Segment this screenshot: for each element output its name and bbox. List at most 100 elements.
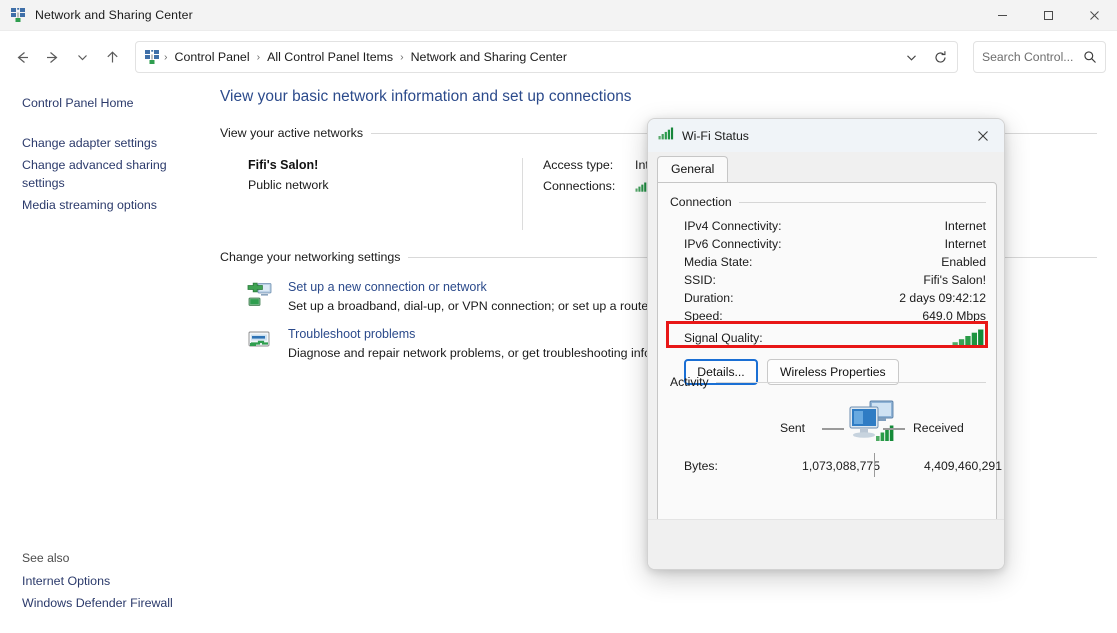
connections-label: Connections:	[543, 179, 616, 193]
networking-settings-label: Change your networking settings	[220, 250, 401, 264]
sent-label: Sent	[780, 421, 806, 435]
breadcrumb-item-all-control-panel-items[interactable]: All Control Panel Items	[264, 48, 396, 66]
speed-value: 649.0 Mbps	[922, 309, 986, 323]
media-state-label: Media State:	[684, 255, 753, 269]
search-icon[interactable]	[1083, 50, 1105, 64]
ipv6-label: IPv6 Connectivity:	[684, 237, 782, 251]
activity-group: Activity Sent Received Bytes: 1,073,088,…	[670, 375, 1002, 487]
dialog-title: Wi-Fi Status	[682, 128, 749, 143]
connection-group-label: Connection	[670, 195, 732, 209]
signal-quality-label: Signal Quality:	[684, 331, 763, 345]
search-placeholder: Search Control...	[982, 50, 1074, 64]
bytes-sent-value: 1,073,088,775	[802, 459, 880, 473]
received-label: Received	[913, 421, 964, 435]
sidebar-item-change-adapter-settings[interactable]: Change adapter settings	[0, 132, 218, 154]
set-up-new-connection-description: Set up a broadband, dial-up, or VPN conn…	[288, 299, 678, 313]
ipv4-label: IPv4 Connectivity:	[684, 219, 782, 233]
address-chevron-down-icon[interactable]	[897, 42, 925, 72]
dialog-bottom-bar	[648, 519, 1004, 569]
dialog-tabstrip: General	[657, 156, 729, 182]
connection-details-list: IPv4 Connectivity: Internet IPv6 Connect…	[670, 217, 986, 385]
received-dash	[883, 428, 905, 430]
detail-row-ssid: SSID: Fifi's Salon!	[670, 271, 986, 289]
duration-label: Duration:	[684, 291, 734, 305]
up-button[interactable]	[97, 42, 127, 72]
duration-value: 2 days 09:42:12	[899, 291, 986, 305]
breadcrumb-separator: ›	[400, 51, 404, 63]
ipv6-value: Internet	[944, 237, 986, 251]
speed-label: Speed:	[684, 309, 723, 323]
signal-bars-icon	[952, 329, 986, 348]
troubleshoot-problems-description: Diagnose and repair network problems, or…	[288, 346, 673, 360]
dialog-body: General Connection IPv4 Connectivity: In…	[648, 152, 1004, 569]
sidebar-item-internet-options[interactable]: Internet Options	[0, 570, 218, 592]
network-sharing-icon	[10, 7, 26, 23]
list-item-text: Troubleshoot problems Diagnose and repai…	[282, 327, 672, 360]
list-item-text: Set up a new connection or network Set u…	[282, 280, 677, 313]
breadcrumb-item-control-panel[interactable]: Control Panel	[172, 48, 253, 66]
new-connection-icon	[246, 280, 282, 313]
connection-group-header: Connection	[670, 195, 986, 209]
link-set-up-new-connection[interactable]: Set up a new connection or network	[288, 280, 677, 294]
bytes-label: Bytes:	[684, 459, 718, 473]
wifi-status-dialog: Wi-Fi Status General Connection IPv4 Con…	[647, 118, 1005, 570]
minimize-button[interactable]	[979, 0, 1025, 31]
forward-button[interactable]	[37, 42, 67, 72]
group-divider	[738, 201, 986, 203]
network-type: Public network	[248, 178, 329, 192]
sidebar-item-control-panel-home[interactable]: Control Panel Home	[0, 92, 218, 114]
breadcrumb-separator: ›	[164, 51, 168, 63]
window-titlebar: Network and Sharing Center	[0, 0, 1117, 31]
window-controls	[979, 0, 1117, 31]
detail-row-duration: Duration: 2 days 09:42:12	[670, 289, 986, 307]
network-name: Fifi's Salon!	[248, 158, 319, 172]
bytes-received-value: 4,409,460,291	[924, 459, 1002, 473]
breadcrumb-network-icon	[144, 49, 160, 65]
recent-locations-chevron-icon[interactable]	[67, 42, 97, 72]
activity-area: Sent Received Bytes: 1,073,088,775 4,409…	[670, 395, 1002, 487]
dialog-close-icon[interactable]	[962, 119, 1004, 152]
activity-group-label: Activity	[670, 375, 709, 389]
detail-row-ipv4: IPv4 Connectivity: Internet	[670, 217, 986, 235]
troubleshoot-icon	[246, 327, 282, 360]
refresh-icon[interactable]	[925, 42, 955, 72]
sidebar: Control Panel Home Change adapter settin…	[0, 92, 218, 216]
tab-general[interactable]: General	[657, 156, 729, 182]
window-title: Network and Sharing Center	[35, 8, 193, 22]
sidebar-item-windows-defender-firewall[interactable]: Windows Defender Firewall	[0, 592, 218, 614]
back-button[interactable]	[7, 42, 37, 72]
media-state-value: Enabled	[941, 255, 986, 269]
network-sharing-center-window: Network and Sharing Center › Control Pan…	[0, 0, 1117, 633]
sent-dash	[822, 428, 844, 430]
connection-group: Connection IPv4 Connectivity: Internet I…	[670, 195, 986, 385]
dialog-tabpanel-general: Connection IPv4 Connectivity: Internet I…	[657, 182, 1002, 530]
wifi-signal-icon	[658, 127, 674, 145]
link-troubleshoot-problems[interactable]: Troubleshoot problems	[288, 327, 672, 341]
search-input[interactable]: Search Control...	[973, 41, 1106, 73]
page-title: View your basic network information and …	[220, 88, 632, 105]
see-also-section: See also Internet Options Windows Defend…	[0, 551, 218, 614]
breadcrumb: › Control Panel › All Control Panel Item…	[136, 48, 897, 66]
breadcrumb-separator: ›	[256, 51, 261, 63]
see-also-title: See also	[22, 551, 70, 565]
dialog-titlebar: Wi-Fi Status	[648, 119, 1004, 152]
detail-row-ipv6: IPv6 Connectivity: Internet	[670, 235, 986, 253]
detail-row-speed: Speed: 649.0 Mbps	[670, 307, 986, 325]
ssid-label: SSID:	[684, 273, 716, 287]
ipv4-value: Internet	[944, 219, 986, 233]
detail-row-media-state: Media State: Enabled	[670, 253, 986, 271]
breadcrumb-item-network-and-sharing-center[interactable]: Network and Sharing Center	[408, 48, 570, 66]
activity-separator	[874, 453, 875, 477]
sidebar-item-media-streaming-options[interactable]: Media streaming options	[0, 194, 218, 216]
detail-row-signal-quality: Signal Quality:	[670, 328, 986, 348]
activity-group-header: Activity	[670, 375, 986, 389]
ssid-value: Fifi's Salon!	[923, 273, 986, 287]
maximize-button[interactable]	[1025, 0, 1071, 31]
sidebar-item-change-advanced-sharing-settings[interactable]: Change advanced sharing settings	[0, 154, 180, 194]
access-type-label: Access type:	[543, 158, 614, 172]
close-button[interactable]	[1071, 0, 1117, 31]
group-divider	[715, 381, 986, 383]
active-network-identity: Fifi's Salon! Public network	[220, 158, 522, 230]
active-networks-label: View your active networks	[220, 126, 364, 140]
address-bar[interactable]: › Control Panel › All Control Panel Item…	[135, 41, 958, 73]
